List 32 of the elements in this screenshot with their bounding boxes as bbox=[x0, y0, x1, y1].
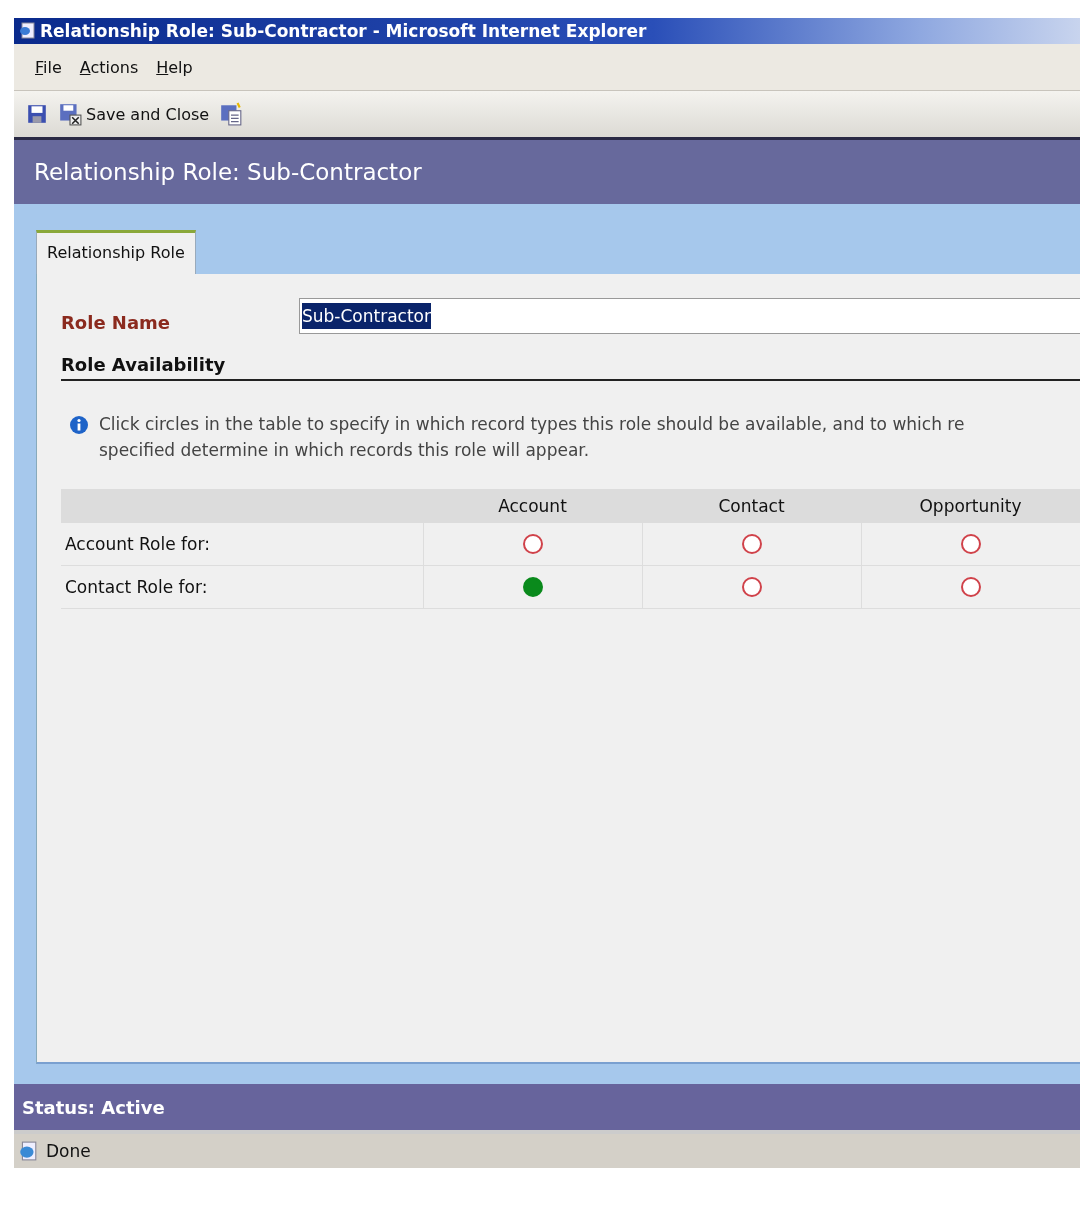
radio-button[interactable] bbox=[522, 534, 543, 555]
menu-item[interactable]: File bbox=[32, 55, 65, 79]
tab[interactable]: Relationship Role bbox=[36, 230, 196, 274]
input-field[interactable]: Sub-Contractor bbox=[299, 298, 1080, 334]
column-header: Contact bbox=[642, 489, 861, 523]
field-label: Role Name bbox=[61, 311, 172, 333]
row-label: Contact Role for: bbox=[61, 565, 423, 609]
save-and-close-button[interactable]: Save and Close bbox=[54, 102, 214, 126]
record-status: Status: Active bbox=[22, 1096, 165, 1118]
column-header: Account bbox=[423, 489, 642, 523]
status-text: Done bbox=[46, 1141, 91, 1161]
window-title: Relationship Role: Sub-Contractor - Microsoft Internet Explorer bbox=[40, 21, 647, 41]
selected-text: Sub-Contractor bbox=[302, 303, 431, 329]
section-title: Role Availability bbox=[61, 354, 1080, 381]
radio-button[interactable] bbox=[960, 534, 981, 555]
column-header: Opportunity bbox=[861, 489, 1080, 523]
info-icon bbox=[69, 415, 89, 435]
radio-button[interactable] bbox=[741, 577, 762, 598]
menu-item[interactable]: Help bbox=[153, 55, 196, 79]
menu-item[interactable]: Actions bbox=[76, 55, 142, 79]
save-close-icon bbox=[58, 102, 82, 126]
info-text: specified determine in which records this role will appear. bbox=[99, 439, 591, 462]
row-label: Account Role for: bbox=[61, 523, 423, 566]
save-icon[interactable] bbox=[26, 103, 48, 125]
browser-page-icon bbox=[18, 22, 36, 40]
browser-page-icon bbox=[18, 1141, 38, 1161]
radio-button[interactable] bbox=[522, 577, 543, 598]
radio-button[interactable] bbox=[741, 534, 762, 555]
save-new-icon[interactable] bbox=[219, 102, 244, 126]
page-title: Relationship Role: Sub-Contractor bbox=[34, 159, 422, 185]
radio-button[interactable] bbox=[960, 577, 981, 598]
info-text: Click circles in the table to specify in which record types this role should be available, and to which re bbox=[99, 413, 965, 436]
